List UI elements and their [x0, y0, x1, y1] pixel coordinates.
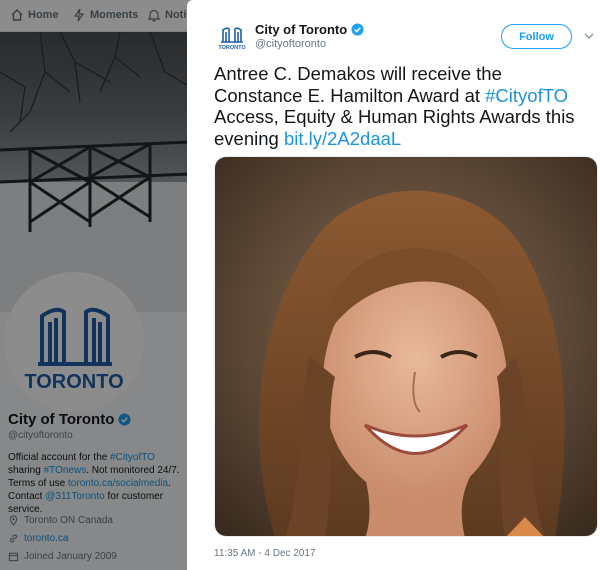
follow-button[interactable]: Follow	[501, 24, 572, 49]
tweet-timestamp[interactable]: 11:35 AM - 4 Dec 2017	[214, 548, 316, 559]
tweet-hashtag-link[interactable]: #CityofTO	[485, 85, 568, 106]
tweet-photo[interactable]	[214, 156, 598, 537]
tweet-text-part: Antree C. Demakos will receive the Const…	[214, 63, 502, 106]
tweet-author-handle[interactable]: @cityoftoronto	[255, 38, 326, 50]
tweet-logo-text: TORONTO	[218, 45, 246, 51]
tweet-author-name-row[interactable]: City of Toronto	[255, 22, 364, 37]
portrait-photo	[215, 157, 597, 536]
tweet-author-name[interactable]: City of Toronto	[255, 22, 347, 37]
tweet-modal: TORONTO City of Toronto @cityoftoronto F…	[187, 0, 600, 570]
tweet-url-link[interactable]: bit.ly/2A2daaL	[284, 128, 401, 149]
tweet-text: Antree C. Demakos will receive the Const…	[214, 63, 594, 149]
tweet-author-avatar[interactable]: TORONTO	[217, 22, 247, 52]
toronto-logo-icon: TORONTO	[218, 27, 246, 51]
verified-badge-icon	[351, 23, 364, 36]
chevron-down-icon[interactable]	[583, 30, 595, 42]
